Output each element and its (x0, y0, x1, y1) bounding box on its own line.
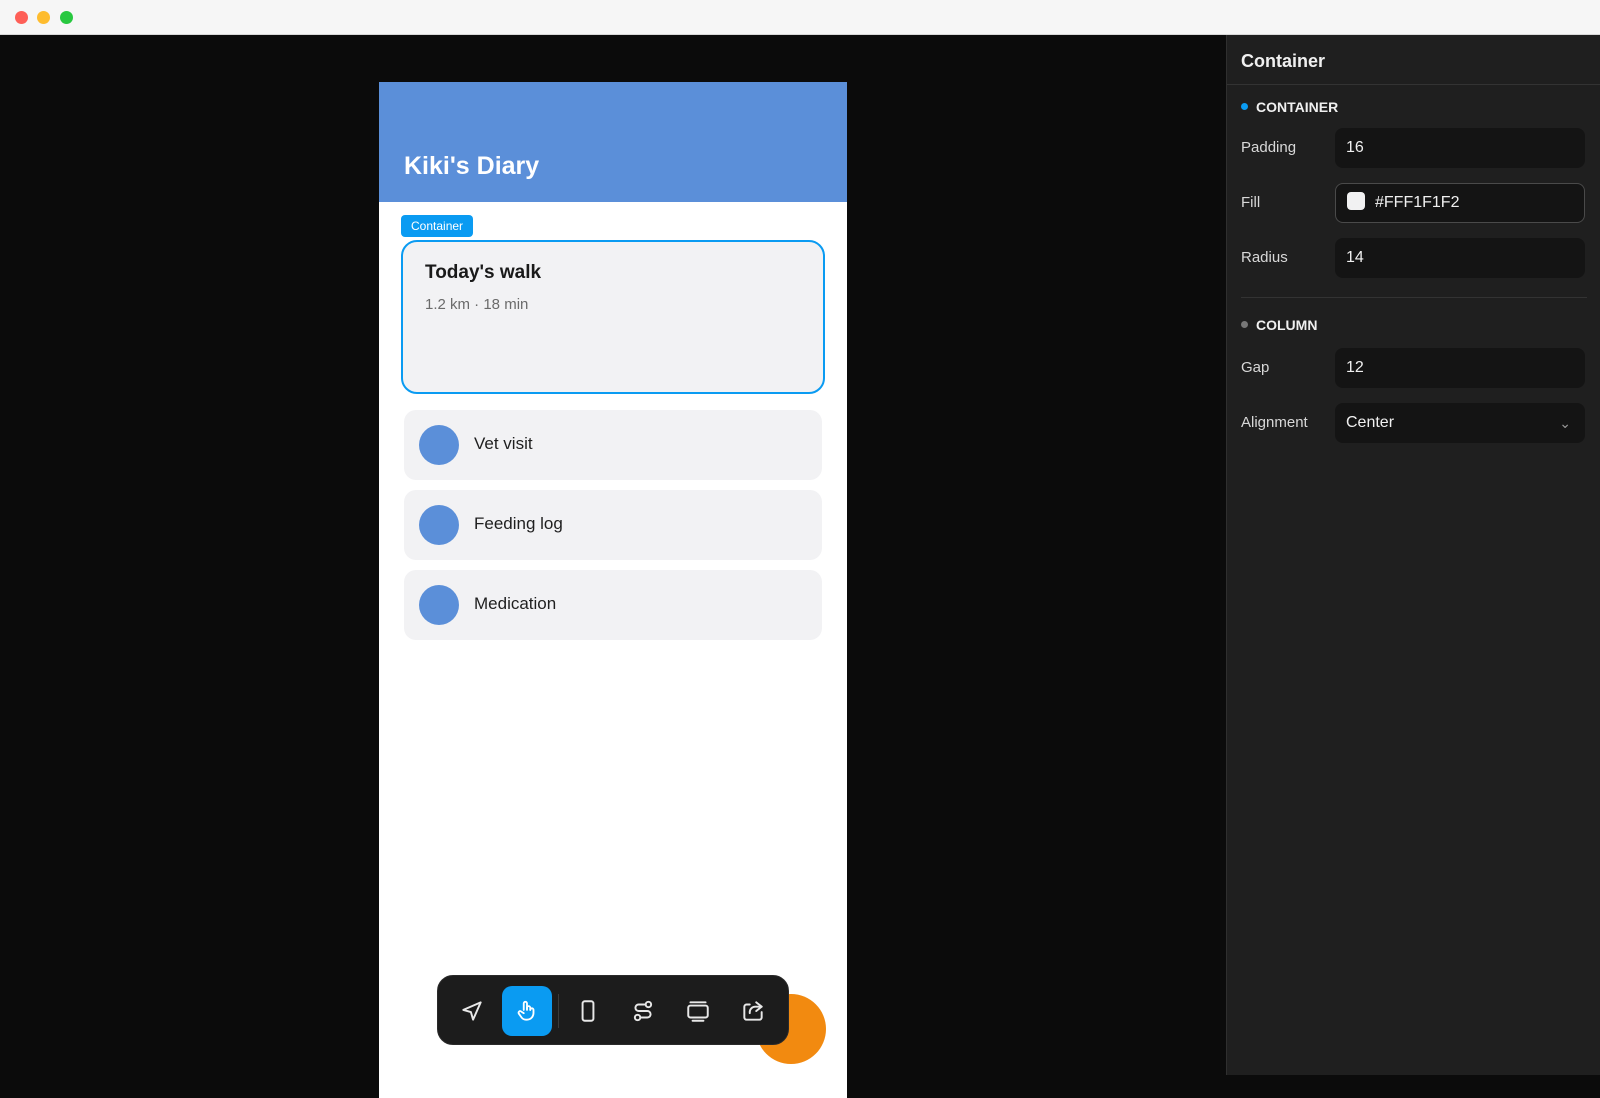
floating-toolbar (437, 975, 789, 1045)
column-section-heading: COLUMN (1241, 317, 1317, 333)
alignment-select[interactable]: Center ⌄ (1335, 403, 1585, 443)
hand-pointer-icon (517, 1000, 535, 1021)
item-avatar (419, 425, 459, 465)
radius-label: Radius (1241, 249, 1288, 266)
active-bullet-icon (1241, 103, 1248, 110)
walk-card-title: Today's walk (425, 262, 542, 283)
maximize-window-button[interactable] (60, 11, 73, 24)
app-title: Kiki's Diary (404, 152, 540, 180)
radius-input[interactable]: 14 (1335, 238, 1585, 278)
inspector-panel: Container CONTAINER Padding 16 Fill #FFF… (1226, 35, 1600, 1075)
window-titlebar (0, 0, 1600, 35)
container-section-heading: CONTAINER (1241, 99, 1338, 115)
flow-tool-button[interactable] (618, 986, 668, 1036)
item-avatar (419, 505, 459, 545)
alignment-value: Center (1346, 414, 1395, 431)
list-item-medication[interactable]: Medication (404, 570, 822, 640)
share-tool-button[interactable] (728, 986, 778, 1036)
fill-label: Fill (1241, 194, 1261, 211)
alignment-label: Alignment (1241, 414, 1308, 431)
gap-input[interactable]: 12 (1335, 348, 1585, 388)
padding-input[interactable]: 16 (1335, 128, 1585, 168)
layers-tool-button[interactable] (673, 986, 723, 1036)
padding-label: Padding (1241, 139, 1297, 156)
design-canvas[interactable]: Kiki's Diary Container Today's walk 1.2 … (0, 35, 1226, 1098)
interact-tool-button[interactable] (502, 986, 552, 1036)
list-item-feeding-log[interactable]: Feeding log (404, 490, 822, 560)
close-window-button[interactable] (15, 11, 28, 24)
walk-card-subtitle: 1.2 km · 18 min (425, 296, 529, 313)
list-item-label: Medication (474, 594, 557, 613)
toolbar-separator (558, 994, 559, 1028)
navigate-tool-button[interactable] (447, 986, 497, 1036)
navigation-arrow-icon (462, 1001, 482, 1021)
inspector-title: Container (1241, 51, 1326, 71)
stack-layers-icon (687, 1001, 709, 1022)
list-item-label: Vet visit (474, 434, 533, 453)
item-avatar (419, 585, 459, 625)
walk-card-container[interactable]: Today's walk 1.2 km · 18 min (401, 240, 825, 394)
phone-artboard[interactable]: Kiki's Diary Container Today's walk 1.2 … (379, 82, 847, 1098)
chevron-down-icon: ⌄ (1559, 415, 1571, 431)
panel-divider (1227, 84, 1600, 85)
inactive-bullet-icon (1241, 321, 1248, 328)
section-divider (1241, 297, 1587, 298)
device-tool-button[interactable] (563, 986, 613, 1036)
selection-tag: Container (401, 215, 474, 237)
phone-frame-icon (581, 1000, 595, 1022)
flow-connect-icon (633, 1000, 653, 1022)
minimize-window-button[interactable] (37, 11, 50, 24)
fill-input[interactable]: #FFF1F1F2 (1335, 183, 1585, 223)
fill-value: #FFF1F1F2 (1375, 194, 1460, 211)
color-swatch[interactable] (1347, 192, 1365, 210)
list-item-label: Feeding log (474, 514, 563, 533)
share-icon (743, 1001, 763, 1021)
app-header[interactable]: Kiki's Diary (379, 82, 847, 202)
gap-label: Gap (1241, 359, 1270, 376)
list-item-vet-visit[interactable]: Vet visit (404, 410, 822, 480)
